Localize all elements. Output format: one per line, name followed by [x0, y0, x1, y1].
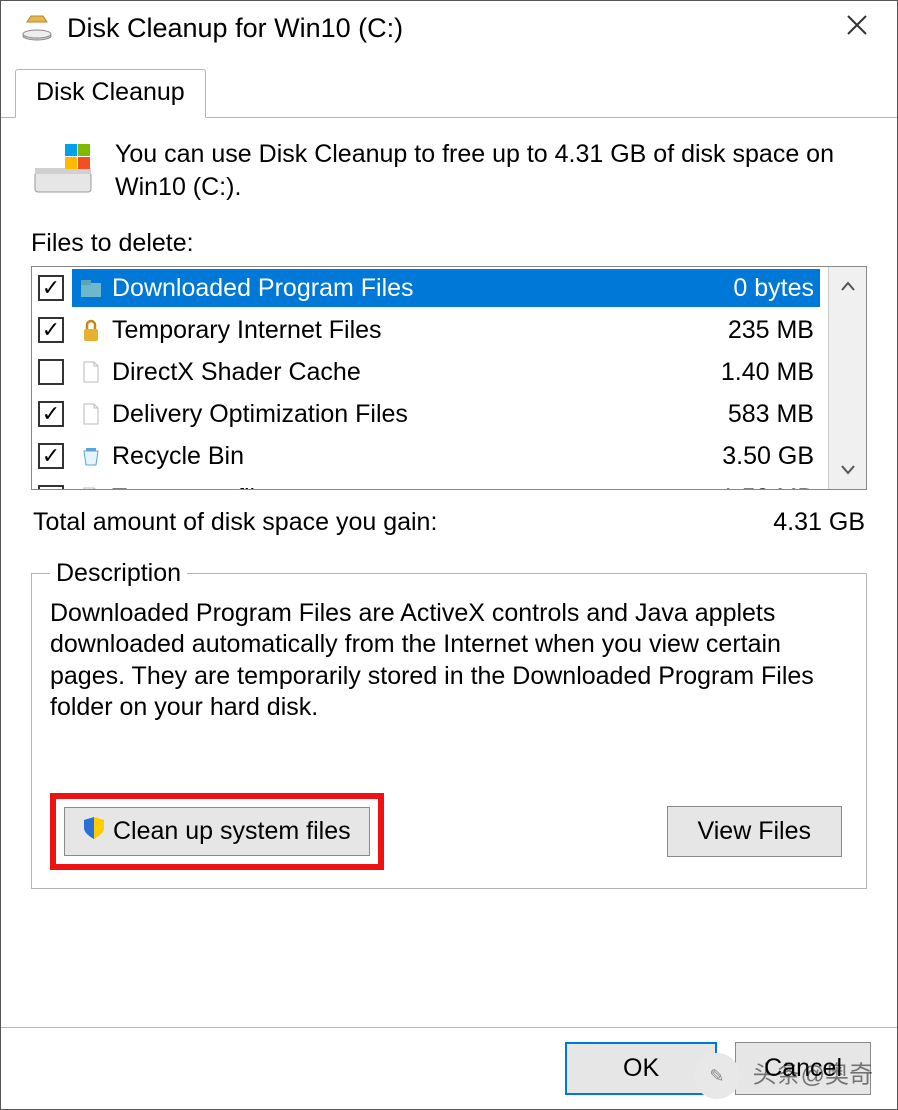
checkbox[interactable]: ✓ [38, 401, 64, 427]
item-name: Recycle Bin [112, 442, 696, 471]
scroll-track[interactable] [829, 305, 866, 451]
checkbox[interactable]: ✓ [38, 485, 64, 489]
chevron-up-icon [841, 281, 855, 291]
list-item[interactable]: ✓ Delivery Optimization Files 583 MB [32, 393, 828, 435]
dialog-action-bar: OK Cancel ✎ 头条@奥奇 [1, 1027, 897, 1109]
item-size: 3.50 GB [704, 442, 814, 471]
window-title: Disk Cleanup for Win10 (C:) [67, 13, 831, 44]
list-item[interactable]: ✓ Temporary files 1.58 MB [32, 477, 828, 489]
intro-text: You can use Disk Cleanup to free up to 4… [115, 138, 867, 203]
scrollbar[interactable] [828, 267, 866, 489]
shield-icon [83, 816, 105, 847]
checkbox[interactable]: ✓ [38, 317, 64, 343]
lock-icon [78, 317, 104, 343]
item-name: Temporary files [112, 484, 696, 490]
item-size: 1.40 MB [704, 358, 814, 387]
totals-value: 4.31 GB [773, 508, 865, 537]
recycle-icon [78, 443, 104, 469]
files-to-delete-label: Files to delete: [31, 229, 867, 258]
totals-label: Total amount of disk space you gain: [33, 508, 773, 537]
cleanup-button-label: Clean up system files [113, 817, 351, 846]
ok-button[interactable]: OK [565, 1042, 717, 1095]
app-icon [21, 12, 53, 44]
files-list[interactable]: ✓ Downloaded Program Files 0 bytes ✓ Tempora… [32, 267, 828, 489]
item-size: 0 bytes [704, 274, 814, 303]
description-group: Description Downloaded Program Files are… [31, 559, 867, 889]
highlight-box: Clean up system files [50, 793, 384, 870]
chevron-down-icon [841, 465, 855, 475]
ok-label: OK [623, 1054, 659, 1083]
list-item[interactable]: ✓ Recycle Bin 3.50 GB [32, 435, 828, 477]
view-files-label: View Files [698, 817, 811, 846]
item-size: 583 MB [704, 400, 814, 429]
list-item[interactable]: ✓ Downloaded Program Files 0 bytes [32, 267, 828, 309]
item-name: Temporary Internet Files [112, 316, 696, 345]
dialog-window: Disk Cleanup for Win10 (C:) Disk Cleanup… [0, 0, 898, 1110]
folder-icon [78, 275, 104, 301]
intro-block: You can use Disk Cleanup to free up to 4… [31, 138, 867, 203]
close-icon [845, 13, 869, 37]
item-name: Downloaded Program Files [112, 274, 696, 303]
description-actions: Clean up system files View Files [50, 793, 848, 870]
file-icon [78, 401, 104, 427]
close-button[interactable] [831, 11, 883, 45]
checkbox[interactable] [38, 359, 64, 385]
title-bar: Disk Cleanup for Win10 (C:) [1, 1, 897, 55]
tab-strip: Disk Cleanup [1, 55, 897, 118]
cancel-button[interactable]: Cancel [735, 1042, 871, 1095]
scroll-down-button[interactable] [829, 451, 866, 489]
drive-icon [31, 138, 95, 202]
scroll-up-button[interactable] [829, 267, 866, 305]
item-size: 235 MB [704, 316, 814, 345]
file-icon [78, 359, 104, 385]
totals-row: Total amount of disk space you gain: 4.3… [33, 508, 865, 537]
cancel-label: Cancel [764, 1054, 842, 1083]
description-legend: Description [50, 559, 187, 588]
item-name: DirectX Shader Cache [112, 358, 696, 387]
checkbox[interactable]: ✓ [38, 275, 64, 301]
files-listbox: ✓ Downloaded Program Files 0 bytes ✓ Tempora… [31, 266, 867, 490]
cleanup-system-files-button[interactable]: Clean up system files [64, 807, 370, 856]
item-name: Delivery Optimization Files [112, 400, 696, 429]
list-item[interactable]: ✓ Temporary Internet Files 235 MB [32, 309, 828, 351]
description-text: Downloaded Program Files are ActiveX con… [50, 598, 848, 723]
tab-disk-cleanup[interactable]: Disk Cleanup [15, 69, 206, 118]
view-files-button[interactable]: View Files [667, 806, 842, 857]
file-icon [78, 485, 104, 489]
list-item[interactable]: DirectX Shader Cache 1.40 MB [32, 351, 828, 393]
item-size: 1.58 MB [704, 484, 814, 490]
checkbox[interactable]: ✓ [38, 443, 64, 469]
tab-panel: You can use Disk Cleanup to free up to 4… [1, 118, 897, 1027]
